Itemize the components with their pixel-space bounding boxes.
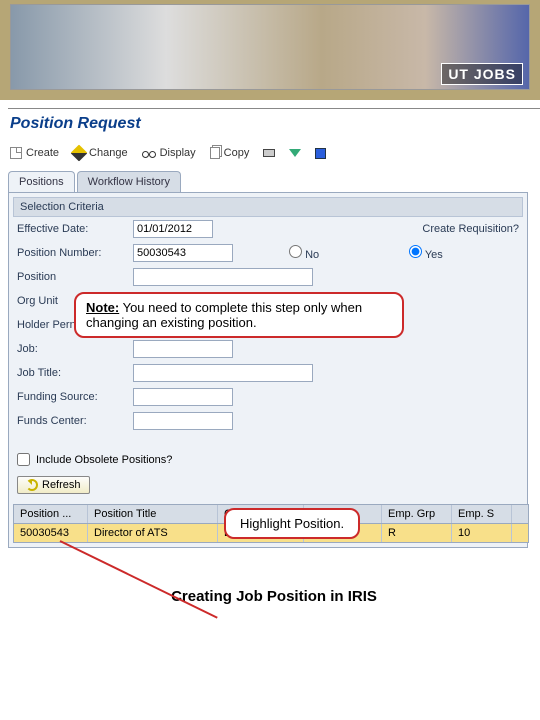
tab-workflow-history[interactable]: Workflow History — [77, 171, 181, 192]
create-req-radio-group: No Yes — [289, 245, 519, 261]
change-button[interactable]: Change — [73, 147, 128, 159]
page-title: Position Request — [8, 108, 540, 143]
brand-banner: UT JOBS — [0, 0, 540, 100]
tab-positions[interactable]: Positions — [8, 171, 75, 192]
refresh-icon — [26, 479, 38, 491]
highlight-text: Highlight Position. — [240, 516, 344, 531]
new-icon — [10, 147, 22, 159]
change-label: Change — [89, 147, 128, 159]
copy-button[interactable]: Copy — [210, 147, 250, 159]
cell-title: Director of ATS — [88, 524, 218, 542]
save-button[interactable] — [315, 147, 326, 159]
toolbar: Create Change Display Copy — [8, 143, 540, 165]
tab-strip: Positions Workflow History — [8, 171, 540, 192]
funds-center-label: Funds Center: — [17, 415, 127, 427]
selection-criteria-header: Selection Criteria — [13, 197, 523, 217]
position-number-label: Position Number: — [17, 247, 127, 259]
highlight-callout: Highlight Position. — [224, 508, 360, 539]
job-input[interactable] — [133, 340, 233, 358]
brand-logo: UT JOBS — [441, 63, 523, 85]
pencil-icon — [71, 145, 88, 162]
print-button[interactable] — [263, 147, 275, 159]
cell-emp-s: 10 — [452, 524, 512, 542]
banner-image-strip: UT JOBS — [10, 4, 530, 90]
copy-label: Copy — [224, 147, 250, 159]
position-number-input[interactable] — [133, 244, 233, 262]
copy-icon — [210, 147, 220, 159]
include-obsolete-checkbox[interactable] — [17, 453, 30, 466]
selection-criteria-panel: Selection Criteria Effective Date: Creat… — [8, 192, 528, 548]
app-window: Position Request Create Change Display C… — [0, 100, 540, 625]
funding-source-input[interactable] — [133, 388, 233, 406]
funding-source-label: Funding Source: — [17, 391, 127, 403]
job-title-label: Job Title: — [17, 367, 127, 379]
display-label: Display — [160, 147, 196, 159]
funnel-icon — [289, 149, 301, 157]
req-no-option[interactable]: No — [289, 245, 399, 261]
refresh-label: Refresh — [42, 479, 81, 491]
req-yes-option[interactable]: Yes — [409, 245, 519, 261]
save-icon — [315, 148, 326, 159]
create-req-label: Create Requisition? — [422, 223, 519, 235]
create-label: Create — [26, 147, 59, 159]
col-position[interactable]: Position ... — [14, 505, 88, 523]
create-button[interactable]: Create — [10, 147, 59, 159]
include-obsolete-label: Include Obsolete Positions? — [36, 454, 172, 466]
job-title-input[interactable] — [133, 364, 313, 382]
job-label: Job: — [17, 343, 127, 355]
position-label: Position — [17, 271, 127, 283]
col-emp-grp[interactable]: Emp. Grp — [382, 505, 452, 523]
cell-emp-grp: R — [382, 524, 452, 542]
slide-caption: Creating Job Position in IRIS — [8, 548, 540, 625]
note-callout: Note: You need to complete this step onl… — [74, 292, 404, 338]
note-text: You need to complete this step only when… — [86, 300, 362, 330]
refresh-button[interactable]: Refresh — [17, 476, 90, 494]
col-position-title[interactable]: Position Title — [88, 505, 218, 523]
col-emp-s[interactable]: Emp. S — [452, 505, 512, 523]
display-button[interactable]: Display — [142, 147, 196, 159]
glasses-icon — [142, 149, 156, 157]
effective-date-input[interactable] — [133, 220, 213, 238]
effective-date-label: Effective Date: — [17, 223, 127, 235]
cell-position: 50030543 — [14, 524, 88, 542]
position-input[interactable] — [133, 268, 313, 286]
print-icon — [263, 149, 275, 157]
note-prefix: Note: — [86, 300, 119, 315]
funds-center-input[interactable] — [133, 412, 233, 430]
filter-button[interactable] — [289, 147, 301, 159]
